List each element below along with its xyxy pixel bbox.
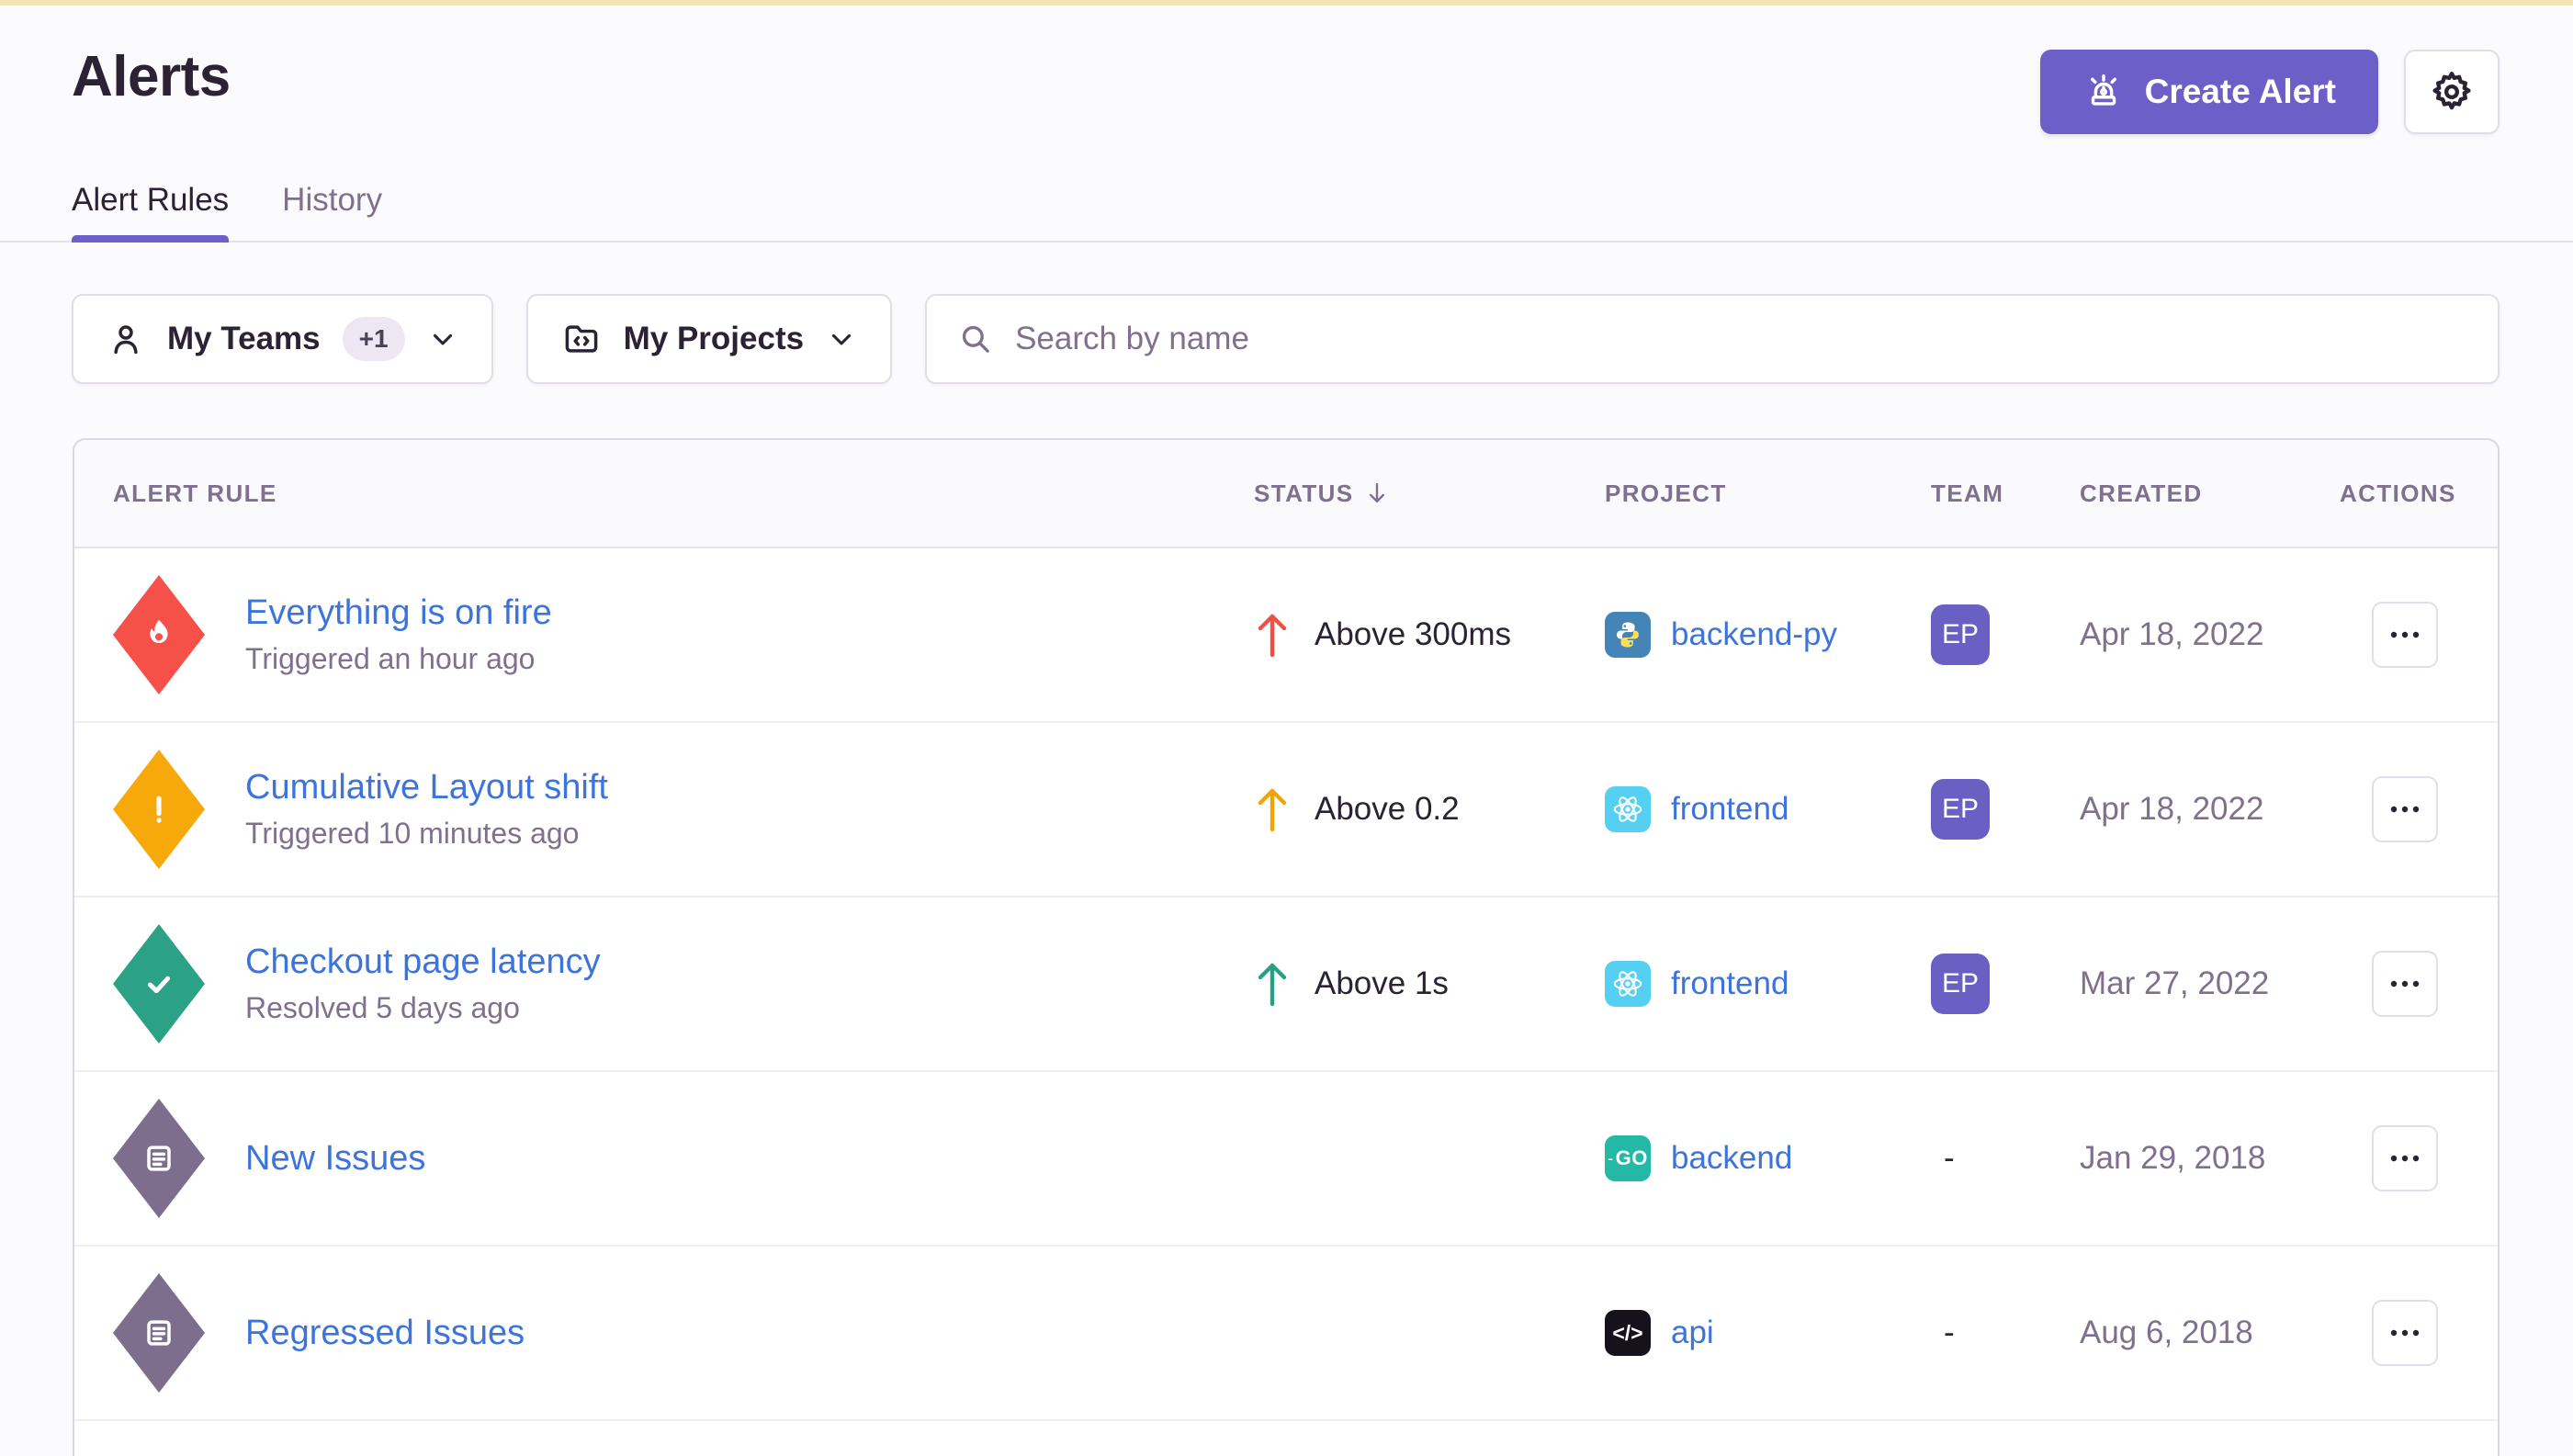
alert-subtitle: Resolved 5 days ago bbox=[245, 991, 601, 1025]
create-alert-button[interactable]: Create Alert bbox=[2040, 50, 2378, 134]
created-date: Apr 18, 2022 bbox=[2080, 791, 2340, 828]
filter-bar: My Teams +1 My Projects bbox=[0, 294, 2573, 384]
create-alert-label: Create Alert bbox=[2145, 73, 2336, 111]
chevron-down-icon bbox=[427, 323, 458, 355]
project-link[interactable]: frontend bbox=[1671, 965, 1789, 1002]
folder-code-icon bbox=[561, 319, 602, 359]
tab-history[interactable]: History bbox=[282, 182, 382, 241]
column-header-created: Created bbox=[2080, 480, 2340, 508]
more-actions-icon bbox=[2388, 804, 2421, 815]
table-row: Regressed Issues </> api - Aug 6, 2018 bbox=[74, 1247, 2498, 1421]
settings-button[interactable] bbox=[2404, 50, 2500, 134]
column-header-alert-rule: Alert Rule bbox=[113, 480, 1254, 508]
warning-icon bbox=[113, 750, 205, 869]
chevron-down-icon bbox=[826, 323, 857, 355]
teams-count-badge: +1 bbox=[343, 317, 405, 361]
page-title: Alerts bbox=[72, 44, 231, 109]
project-link[interactable]: api bbox=[1671, 1315, 1714, 1351]
alert-name-link[interactable]: Checkout page latency bbox=[245, 942, 601, 982]
alert-name-link[interactable]: Regressed Issues bbox=[245, 1314, 525, 1353]
table-header-row: Alert Rule Status Project Team Created A… bbox=[74, 440, 2498, 548]
project-link[interactable]: backend-py bbox=[1671, 616, 1837, 653]
status-up-arrow-icon bbox=[1254, 960, 1291, 1008]
more-actions-icon bbox=[2388, 1153, 2421, 1164]
status-text: Above 1s bbox=[1315, 965, 1449, 1002]
alert-name-link[interactable]: New Issues bbox=[245, 1139, 425, 1179]
user-icon bbox=[107, 320, 145, 358]
alert-rules-table: Alert Rule Status Project Team Created A… bbox=[73, 438, 2500, 1456]
column-header-project: Project bbox=[1605, 480, 1931, 508]
alert-subtitle: Triggered 10 minutes ago bbox=[245, 817, 608, 851]
more-actions-button[interactable] bbox=[2372, 776, 2438, 842]
search-icon bbox=[956, 320, 995, 358]
issues-icon bbox=[113, 1099, 205, 1218]
search-input[interactable] bbox=[1015, 321, 2468, 357]
alarm-siren-icon bbox=[2082, 71, 2125, 113]
table-row: Cumulative Layout shift Triggered 10 min… bbox=[74, 723, 2498, 897]
created-date: Jan 29, 2018 bbox=[2080, 1140, 2340, 1177]
more-actions-icon bbox=[2388, 629, 2421, 640]
team-badge: EP bbox=[1931, 954, 1990, 1014]
status-up-arrow-icon bbox=[1254, 611, 1291, 659]
column-header-status[interactable]: Status bbox=[1254, 480, 1605, 508]
alert-subtitle: Triggered an hour ago bbox=[245, 642, 552, 676]
gear-icon bbox=[2427, 67, 2477, 117]
team-badge: EP bbox=[1931, 779, 1990, 840]
team-none: - bbox=[1931, 1140, 2080, 1177]
status-up-arrow-icon bbox=[1254, 785, 1291, 833]
alert-name-link[interactable]: Everything is on fire bbox=[245, 593, 552, 633]
project-link[interactable]: backend bbox=[1671, 1140, 1792, 1177]
table-row: New Issues -GO backend - Jan 29, 2018 bbox=[74, 1072, 2498, 1247]
react-icon bbox=[1605, 786, 1651, 832]
table-row: Checkout page latency Resolved 5 days ag… bbox=[74, 897, 2498, 1072]
teams-filter-label: My Teams bbox=[167, 321, 321, 357]
alert-name-link[interactable]: Cumulative Layout shift bbox=[245, 768, 608, 807]
search-box bbox=[925, 294, 2500, 384]
status-text: Above 0.2 bbox=[1315, 791, 1460, 828]
header-actions: Create Alert bbox=[2040, 50, 2500, 134]
more-actions-icon bbox=[2388, 1327, 2421, 1338]
more-actions-button[interactable] bbox=[2372, 1300, 2438, 1366]
created-date: Aug 6, 2018 bbox=[2080, 1315, 2340, 1351]
projects-filter-dropdown[interactable]: My Projects bbox=[526, 294, 892, 384]
team-none: - bbox=[1931, 1315, 2080, 1351]
table-row bbox=[74, 1421, 2498, 1456]
teams-filter-dropdown[interactable]: My Teams +1 bbox=[72, 294, 493, 384]
check-icon bbox=[113, 924, 205, 1044]
issues-icon bbox=[113, 1273, 205, 1393]
go-icon: -GO bbox=[1605, 1135, 1651, 1181]
sort-desc-icon bbox=[1363, 480, 1391, 507]
page-header: Alerts Create Alert bbox=[0, 6, 2573, 134]
column-header-actions: Actions bbox=[2340, 480, 2470, 508]
created-date: Mar 27, 2022 bbox=[2080, 965, 2340, 1002]
tab-bar: Alert Rules History bbox=[0, 182, 2573, 243]
react-icon bbox=[1605, 961, 1651, 1007]
team-badge: EP bbox=[1931, 604, 1990, 665]
python-icon bbox=[1605, 612, 1651, 658]
more-actions-icon bbox=[2388, 978, 2421, 989]
fire-icon bbox=[113, 575, 205, 694]
more-actions-button[interactable] bbox=[2372, 602, 2438, 668]
status-text: Above 300ms bbox=[1315, 616, 1511, 653]
alerts-page: Alerts Create Alert bbox=[0, 0, 2573, 1456]
created-date: Apr 18, 2022 bbox=[2080, 616, 2340, 653]
code-icon: </> bbox=[1605, 1310, 1651, 1356]
project-link[interactable]: frontend bbox=[1671, 791, 1789, 828]
table-row: Everything is on fire Triggered an hour … bbox=[74, 548, 2498, 723]
more-actions-button[interactable] bbox=[2372, 1125, 2438, 1191]
projects-filter-label: My Projects bbox=[624, 321, 804, 357]
tab-alert-rules[interactable]: Alert Rules bbox=[72, 182, 229, 241]
column-header-team: Team bbox=[1931, 480, 2080, 508]
more-actions-button[interactable] bbox=[2372, 951, 2438, 1017]
